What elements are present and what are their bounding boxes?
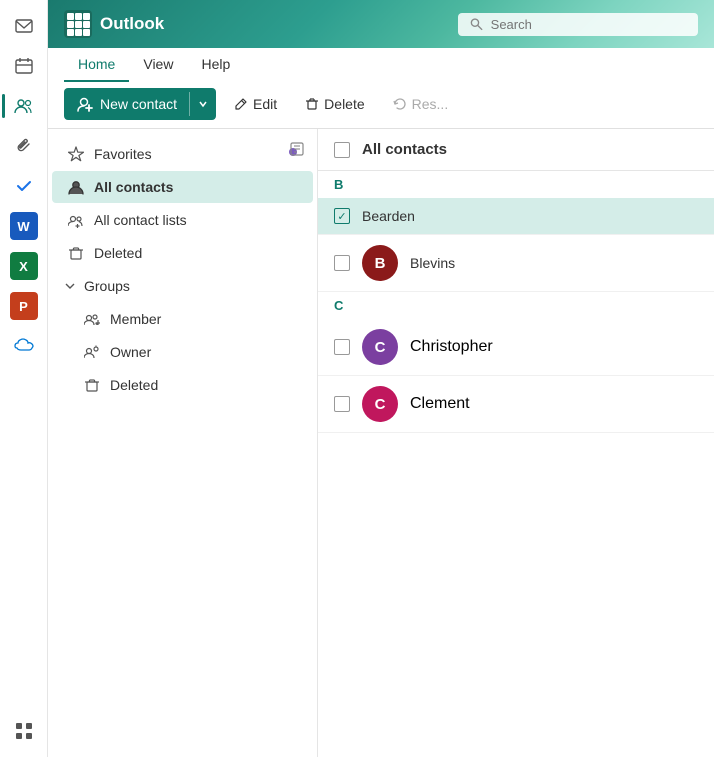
restore-icon [393, 97, 407, 111]
top-bar: Outlook [48, 0, 714, 48]
groups-header[interactable]: Groups [48, 270, 317, 302]
blevins-name: Blevins [410, 255, 455, 271]
sidebar-item-deleted[interactable]: Deleted [52, 237, 313, 269]
tab-home[interactable]: Home [64, 48, 129, 82]
tab-view[interactable]: View [129, 48, 187, 82]
app-logo: Outlook [64, 10, 164, 38]
bearden-checkbox[interactable]: ✓ [334, 208, 350, 224]
sidebar-item-group-deleted[interactable]: Deleted [52, 369, 313, 401]
member-label: Member [110, 311, 161, 327]
christopher-checkbox[interactable] [334, 339, 350, 355]
app-logo-icon [64, 10, 92, 38]
contact-christopher[interactable]: C Christopher [318, 319, 714, 376]
main-area: Outlook Home View Help [48, 0, 714, 757]
contact-lists-label: All contact lists [94, 212, 187, 228]
sidebar-item-all-contacts[interactable]: All contacts [52, 171, 313, 203]
contacts-list-header: All contacts [318, 129, 714, 171]
search-bar[interactable] [458, 13, 698, 36]
contact-blevins[interactable]: B Blevins [318, 235, 714, 292]
contact-bearden[interactable]: ✓ Bearden [318, 198, 714, 235]
restore-label: Res... [412, 96, 449, 112]
owner-icon [84, 344, 100, 360]
search-icon [470, 17, 483, 31]
christopher-name: Christopher [410, 338, 493, 356]
ribbon-actions: New contact Edit [48, 82, 714, 128]
section-c: C [318, 292, 714, 319]
contact-clement[interactable]: C Clement [318, 376, 714, 433]
word-icon: W [10, 212, 38, 240]
new-contact-main[interactable]: New contact [64, 88, 189, 120]
excel-nav-item[interactable]: X [6, 248, 42, 284]
ribbon-tabs: Home View Help [48, 48, 714, 82]
icon-rail: W X P [0, 0, 48, 757]
new-contact-dropdown[interactable] [189, 92, 216, 116]
clement-avatar: C [362, 386, 398, 422]
mail-nav-item[interactable] [6, 8, 42, 44]
edit-button[interactable]: Edit [224, 90, 287, 118]
blevins-checkbox[interactable] [334, 255, 350, 271]
sidebar-item-favorites[interactable]: Favorites [52, 138, 313, 170]
search-input[interactable] [491, 17, 686, 32]
restore-button[interactable]: Res... [383, 90, 459, 118]
people-nav-item[interactable] [6, 88, 42, 124]
calendar-nav-item[interactable] [6, 48, 42, 84]
sidebar-item-member[interactable]: Member [52, 303, 313, 335]
all-contacts-label: All contacts [94, 179, 173, 195]
all-contacts-icon [68, 179, 84, 195]
new-contact-label: New contact [100, 96, 177, 112]
app-name: Outlook [100, 14, 164, 34]
word-nav-item[interactable]: W [6, 208, 42, 244]
bearden-name: Bearden [362, 208, 415, 224]
group-deleted-label: Deleted [110, 377, 158, 393]
contact-lists-icon [68, 212, 84, 228]
groups-label: Groups [84, 278, 130, 294]
group-deleted-icon [84, 377, 100, 393]
clement-checkbox[interactable] [334, 396, 350, 412]
edit-label: Edit [253, 96, 277, 112]
contacts-list-title: All contacts [362, 141, 447, 158]
deleted-icon [68, 245, 84, 261]
groups-chevron-icon [64, 280, 76, 292]
edit-icon [234, 97, 248, 111]
sidebar-item-contact-lists[interactable]: All contact lists [52, 204, 313, 236]
onedrive-nav-item[interactable] [6, 328, 42, 364]
delete-icon [305, 97, 319, 111]
paperclip-nav-item[interactable] [6, 128, 42, 164]
tab-help[interactable]: Help [187, 48, 244, 82]
blevins-avatar: B [362, 245, 398, 281]
favorites-icon [68, 146, 84, 162]
christopher-avatar: C [362, 329, 398, 365]
excel-icon: X [10, 252, 38, 280]
expand-icon [290, 142, 304, 156]
member-icon [84, 311, 100, 327]
apps-nav-item[interactable] [6, 713, 42, 749]
tasks-nav-item[interactable] [6, 168, 42, 204]
content-area: Favorites All contacts [48, 129, 714, 757]
ribbon: Home View Help New contact [48, 48, 714, 129]
powerpoint-icon: P [10, 292, 38, 320]
new-contact-button[interactable]: New contact [64, 88, 216, 120]
clement-name: Clement [410, 395, 470, 413]
delete-button[interactable]: Delete [295, 90, 374, 118]
favorites-label: Favorites [94, 146, 152, 162]
sidebar: Favorites All contacts [48, 129, 318, 757]
owner-label: Owner [110, 344, 151, 360]
sidebar-item-owner[interactable]: Owner [52, 336, 313, 368]
select-all-checkbox[interactable] [334, 142, 350, 158]
section-b: B [318, 171, 714, 198]
expand-sidebar-button[interactable] [285, 137, 309, 161]
contacts-list: All contacts B ✓ Bearden B Blevins C C C [318, 129, 714, 757]
delete-label: Delete [324, 96, 364, 112]
dropdown-chevron-icon [198, 99, 208, 109]
deleted-label: Deleted [94, 245, 142, 261]
powerpoint-nav-item[interactable]: P [6, 288, 42, 324]
new-contact-icon [76, 95, 94, 113]
